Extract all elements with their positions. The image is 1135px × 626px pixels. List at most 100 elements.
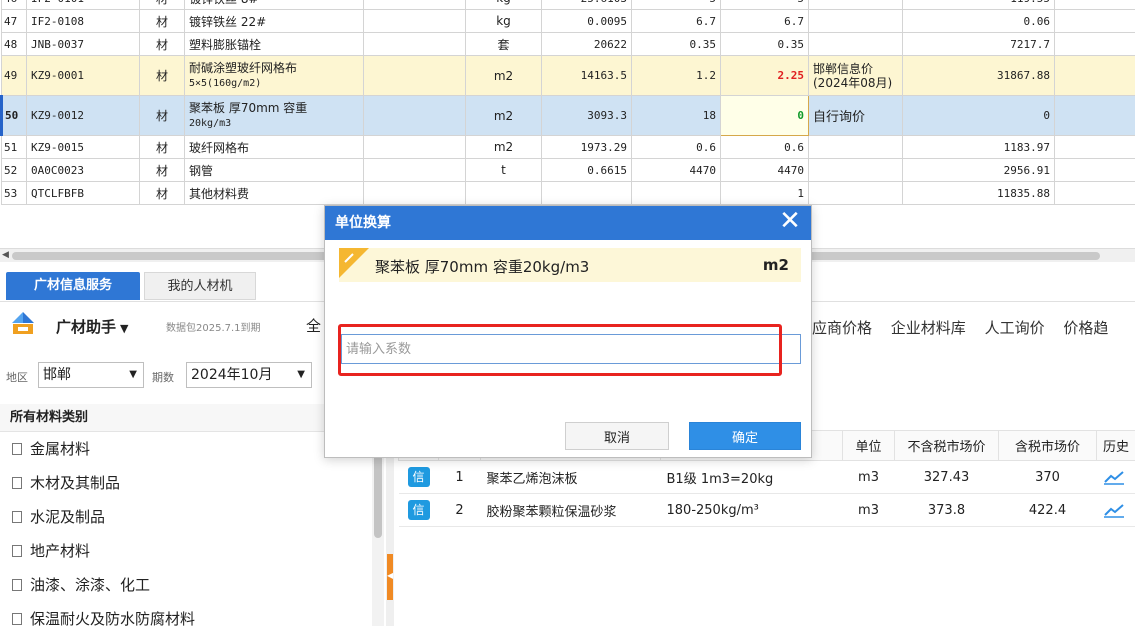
- cell-quantity[interactable]: 1973.29: [541, 135, 632, 159]
- col-price-in-tax[interactable]: 含税市场价: [998, 430, 1097, 461]
- cell-budget-price[interactable]: [631, 181, 721, 205]
- tab-my-materials[interactable]: 我的人材机: [144, 272, 256, 300]
- cell-market-price[interactable]: 6.7: [720, 9, 809, 33]
- cell-history[interactable]: [1096, 460, 1135, 494]
- cell-code[interactable]: KZ9-0015: [26, 135, 140, 159]
- cell-code[interactable]: KZ9-0012: [26, 95, 140, 136]
- cell-unit[interactable]: 套: [465, 32, 542, 56]
- cell-code[interactable]: IF2-0108: [26, 9, 140, 33]
- grid-row[interactable]: 48 JNB-0037 材塑料膨胀锚栓套 20622 0.35 0.35 7217.7: [1, 32, 1135, 56]
- cell-market-price[interactable]: 1: [720, 181, 809, 205]
- cell-price-in-tax[interactable]: 370: [998, 460, 1097, 494]
- result-row[interactable]: 信 1 聚苯乙烯泡沫板 B1级 1m3=20kg m3 327.43 370: [398, 460, 1135, 494]
- cell-row-number[interactable]: 53: [1, 181, 27, 205]
- cell-unit[interactable]: m3: [842, 460, 895, 494]
- cell-budget-price[interactable]: 6.7: [631, 9, 721, 33]
- cell-budget-price[interactable]: 4470: [631, 158, 721, 182]
- cell-price-ex-tax[interactable]: 327.43: [894, 460, 999, 494]
- cell-quantity[interactable]: 0.0095: [541, 9, 632, 33]
- cell-code[interactable]: QTCLFBFB: [26, 181, 140, 205]
- cell-row-number[interactable]: 46: [1, 0, 27, 10]
- cell-unit[interactable]: m2: [465, 55, 542, 96]
- cell-name[interactable]: 耐碱涂塑玻纤网格布 5×5(160g/m2): [184, 55, 364, 96]
- cell-unit[interactable]: kg: [465, 9, 542, 33]
- cell-price-source[interactable]: [808, 32, 903, 56]
- cell-price-source[interactable]: [808, 9, 903, 33]
- cell-total[interactable]: 119.55: [902, 0, 1055, 10]
- result-row[interactable]: 信 2 胶粉聚苯颗粒保温砂浆 180-250kg/m³ m3 373.8 422.4: [398, 493, 1135, 527]
- cell-unit[interactable]: kg: [465, 0, 542, 10]
- cell-name[interactable]: 钢管: [184, 158, 364, 182]
- cell-spec[interactable]: [363, 135, 466, 159]
- cell-spec[interactable]: 180-250kg/m³: [660, 493, 843, 527]
- category-item[interactable]: 地产材料: [0, 534, 372, 568]
- link-enterprise-library[interactable]: 企业材料库: [891, 319, 966, 337]
- assistant-dropdown[interactable]: 广材助手 ▼: [56, 316, 128, 337]
- cell-total[interactable]: 0: [902, 95, 1055, 136]
- cell-row-number[interactable]: 51: [1, 135, 27, 159]
- cell-spec[interactable]: [363, 181, 466, 205]
- cell-type[interactable]: 材: [139, 32, 185, 56]
- cell-extra[interactable]: [1054, 158, 1135, 182]
- cell-type[interactable]: 材: [139, 158, 185, 182]
- cell-quantity[interactable]: 0.6615: [541, 158, 632, 182]
- cell-budget-price[interactable]: 18: [631, 95, 721, 136]
- cell-extra[interactable]: [1054, 0, 1135, 10]
- cell-budget-price[interactable]: 1.2: [631, 55, 721, 96]
- cell-type[interactable]: 材: [139, 135, 185, 159]
- cell-budget-price[interactable]: 0.35: [631, 32, 721, 56]
- grid-row[interactable]: 52 0A0C0023 材钢管 t 0.6615 4470 4470 2956.91: [1, 158, 1135, 182]
- coefficient-input[interactable]: [341, 334, 801, 364]
- cell-code[interactable]: JNB-0037: [26, 32, 140, 56]
- cell-total[interactable]: 2956.91: [902, 158, 1055, 182]
- cell-spec[interactable]: [363, 32, 466, 56]
- cell-spec[interactable]: [363, 9, 466, 33]
- cell-quantity[interactable]: 25.6103: [541, 0, 632, 10]
- region-select[interactable]: 邯郸 ▼: [38, 362, 144, 388]
- cell-market-price[interactable]: 5: [720, 0, 809, 10]
- cell-unit[interactable]: m3: [842, 493, 895, 527]
- grid-row[interactable]: 49 KZ9-0001 材耐碱涂塑玻纤网格布 5×5(160g/m2) m2 14163.…: [1, 55, 1135, 96]
- cell-extra[interactable]: [1054, 95, 1135, 136]
- cell-extra[interactable]: [1054, 55, 1135, 96]
- cell-price-source[interactable]: [808, 135, 903, 159]
- category-item[interactable]: 保温耐火及防水防腐材料: [0, 602, 372, 626]
- cancel-button[interactable]: 取消: [565, 422, 669, 450]
- grid-row[interactable]: 47 IF2-0108 材镀锌铁丝 22# kg 0.0095 6.7 6.7 0.06: [1, 9, 1135, 33]
- cell-quantity[interactable]: [541, 181, 632, 205]
- cell-spec[interactable]: B1级 1m3=20kg: [660, 460, 843, 494]
- cell-market-price[interactable]: 0.6: [720, 135, 809, 159]
- cell-name[interactable]: 聚苯板 厚70mm 容重 20kg/m3: [184, 95, 364, 136]
- cell-price-source[interactable]: 邯郸信息价 (2024年08月): [808, 55, 903, 96]
- cell-type[interactable]: 材: [139, 55, 185, 96]
- cell-name[interactable]: 镀锌铁丝 22#: [184, 9, 364, 33]
- cell-spec[interactable]: [363, 55, 466, 96]
- cell-code[interactable]: 0A0C0023: [26, 158, 140, 182]
- cell-price-ex-tax[interactable]: 373.8: [894, 493, 999, 527]
- cell-price-in-tax[interactable]: 422.4: [998, 493, 1097, 527]
- cell-total[interactable]: 11835.88: [902, 181, 1055, 205]
- cell-type[interactable]: 材: [139, 9, 185, 33]
- col-price-ex-tax[interactable]: 不含税市场价: [894, 430, 999, 461]
- cell-material-name[interactable]: 胶粉聚苯颗粒保温砂浆: [480, 493, 661, 527]
- cell-unit[interactable]: [465, 181, 542, 205]
- cell-extra[interactable]: [1054, 135, 1135, 159]
- cell-unit[interactable]: m2: [465, 135, 542, 159]
- cell-total[interactable]: 7217.7: [902, 32, 1055, 56]
- link-supplier-price[interactable]: 应商价格: [812, 319, 872, 337]
- cell-market-price[interactable]: 4470: [720, 158, 809, 182]
- cell-budget-price[interactable]: 5: [631, 0, 721, 10]
- cell-market-price[interactable]: 0: [720, 95, 809, 136]
- cell-history[interactable]: [1096, 493, 1135, 527]
- cell-price-source[interactable]: [808, 0, 903, 10]
- cell-code[interactable]: IF2-0101: [26, 0, 140, 10]
- cell-row-number[interactable]: 47: [1, 9, 27, 33]
- trend-chart-icon[interactable]: [1103, 469, 1125, 485]
- cell-unit[interactable]: t: [465, 158, 542, 182]
- cell-total[interactable]: 31867.88: [902, 55, 1055, 96]
- cell-quantity[interactable]: 14163.5: [541, 55, 632, 96]
- cell-row-number[interactable]: 50: [0, 95, 27, 136]
- cell-name[interactable]: 镀锌铁丝 8#: [184, 0, 364, 10]
- collapse-handle[interactable]: ◀: [387, 554, 393, 600]
- tab-guangcai-info[interactable]: 广材信息服务: [6, 272, 140, 300]
